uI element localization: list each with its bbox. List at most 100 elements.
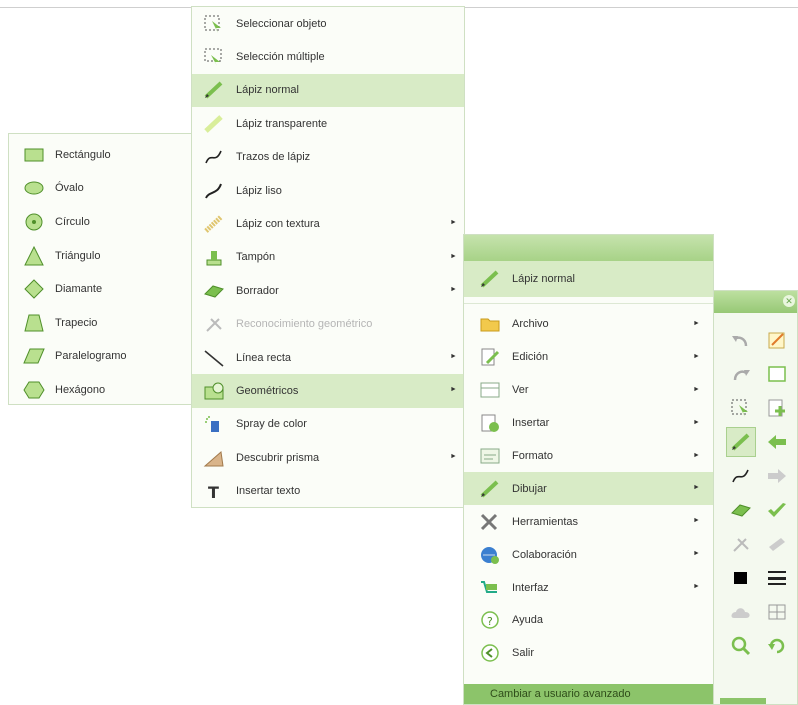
draw-menu-item-label: Spray de color xyxy=(236,418,307,431)
geometric-menu-item-label: Triángulo xyxy=(55,249,101,262)
insert-icon xyxy=(476,411,504,435)
draw-menu-item[interactable]: Selección múltiple xyxy=(192,40,464,73)
transparent-pencil-icon xyxy=(200,111,228,137)
draw-menu-item-label: Lápiz transparente xyxy=(236,117,328,130)
note-icon[interactable] xyxy=(762,325,792,355)
folder-icon xyxy=(476,312,504,336)
line-width-icon[interactable] xyxy=(762,563,792,593)
circle-icon xyxy=(21,212,47,232)
draw-menu-item[interactable]: T Insertar texto xyxy=(192,474,464,507)
main-menu-item[interactable]: Edición ► xyxy=(464,341,713,374)
geometric-menu-item[interactable]: Paralelogramo xyxy=(9,340,195,374)
geometric-menu-item-label: Diamante xyxy=(55,283,103,296)
submenu-arrow-icon: ► xyxy=(693,320,700,327)
submenu-arrow-icon: ► xyxy=(450,453,457,461)
collaboration-icon xyxy=(476,543,504,567)
reveal-prism-icon xyxy=(200,445,228,471)
close-icon[interactable]: ✕ xyxy=(783,295,795,307)
draw-menu-item[interactable]: Descubrir prisma ► xyxy=(192,441,464,474)
draw-menu-item-label: Trazos de lápiz xyxy=(236,151,311,164)
draw-menu-item-label: Línea recta xyxy=(236,351,292,364)
main-menu-item[interactable]: Salir xyxy=(464,637,713,670)
main-menu-header xyxy=(464,235,713,261)
straight-line-icon xyxy=(200,345,228,371)
main-menu-item[interactable]: Archivo ► xyxy=(464,308,713,341)
main-menu-item-label: Ver xyxy=(512,384,529,397)
current-tool-label: Lápiz normal xyxy=(512,273,575,285)
geometric-menu-item[interactable]: Óvalo xyxy=(9,172,195,206)
color-swatch-icon[interactable] xyxy=(726,563,756,593)
geometric-menu-item[interactable]: Triángulo xyxy=(9,239,195,273)
eraser-icon[interactable] xyxy=(726,495,756,525)
main-menu-item[interactable]: ? Ayuda xyxy=(464,604,713,637)
draw-menu-item[interactable]: Línea recta ► xyxy=(192,341,464,374)
pencil-icon[interactable] xyxy=(726,427,756,457)
draw-menu-item[interactable]: Lápiz liso xyxy=(192,174,464,207)
exit-icon xyxy=(476,641,504,665)
main-menu-item[interactable]: Dibujar ► xyxy=(464,472,713,506)
triangle-icon xyxy=(21,245,47,266)
tools-icon xyxy=(476,510,504,534)
draw-menu-item-label: Borrador xyxy=(236,284,279,297)
draw-menu-item[interactable]: Lápiz transparente xyxy=(192,107,464,140)
geometric-menu-item[interactable]: Hexágono xyxy=(9,373,195,407)
main-menu-item[interactable]: Interfaz ► xyxy=(464,571,713,604)
hexagon-icon xyxy=(21,380,47,400)
submenu-arrow-icon: ► xyxy=(693,352,700,360)
cloud-icon[interactable] xyxy=(726,597,756,627)
draw-menu-item[interactable]: Lápiz con textura ► xyxy=(192,207,464,240)
toolbar-header[interactable]: ✕ xyxy=(714,291,797,313)
draw-menu-item-label: Tampón xyxy=(236,251,276,264)
refresh-icon[interactable] xyxy=(762,631,792,661)
draw-menu-item[interactable]: Seleccionar objeto xyxy=(192,7,464,40)
main-menu-item[interactable]: Colaboración ► xyxy=(464,538,713,571)
submenu-arrow-icon: ► xyxy=(693,418,700,426)
draw-menu-item-label: Selección múltiple xyxy=(236,51,325,64)
geometric-menu-item[interactable]: Círculo xyxy=(9,205,195,239)
submenu-arrow-icon: ► xyxy=(450,286,457,294)
toolbar-footer xyxy=(720,698,766,704)
current-tool-item[interactable]: Lápiz normal xyxy=(464,261,713,297)
rectangle-icon xyxy=(21,145,47,165)
main-menu-item-label: Salir xyxy=(512,647,535,660)
back-arrow-icon[interactable] xyxy=(762,427,792,457)
add-page-icon[interactable] xyxy=(762,393,792,423)
select-icon[interactable] xyxy=(726,393,756,423)
main-menu-item[interactable]: Ver ► xyxy=(464,374,713,407)
forward-arrow-icon[interactable] xyxy=(762,461,792,491)
draw-menu-item[interactable]: Lápiz normal xyxy=(192,73,464,108)
redo-icon[interactable] xyxy=(726,359,756,389)
draw-menu-item[interactable]: Spray de color xyxy=(192,408,464,441)
submenu-arrow-icon: ► xyxy=(693,484,700,492)
draw-menu-item[interactable]: Geométricos ► xyxy=(192,374,464,408)
parallelogram-icon xyxy=(21,346,47,366)
zoom-icon[interactable] xyxy=(726,631,756,661)
tape-icon[interactable] xyxy=(762,529,792,559)
main-menu: Lápiz normal Archivo ► Edición ► Ver ► Inserta… xyxy=(463,234,714,705)
floating-toolbar[interactable]: ✕ xyxy=(713,290,798,705)
stamp-icon xyxy=(200,244,228,270)
geometric-menu-item[interactable]: Rectángulo xyxy=(9,138,195,172)
frame-icon[interactable] xyxy=(762,359,792,389)
main-menu-item[interactable]: Formato ► xyxy=(464,440,713,473)
main-menu-item[interactable]: Insertar ► xyxy=(464,407,713,440)
switch-advanced-user-button[interactable]: Cambiar a usuario avanzado xyxy=(464,684,713,704)
main-menu-item[interactable]: Herramientas ► xyxy=(464,505,713,538)
geometric-menu-item[interactable]: Diamante xyxy=(9,272,195,306)
draw-menu-item[interactable]: Borrador ► xyxy=(192,274,464,307)
grid-icon[interactable] xyxy=(762,597,792,627)
normal-pencil-icon xyxy=(200,77,228,103)
geometric-menu-item-label: Rectángulo xyxy=(55,148,111,161)
switch-advanced-user-label: Cambiar a usuario avanzado xyxy=(490,688,631,700)
undo-icon[interactable] xyxy=(726,325,756,355)
draw-menu-item[interactable]: Tampón ► xyxy=(192,241,464,274)
draw-menu-item[interactable]: Trazos de lápiz xyxy=(192,141,464,174)
draw-icon xyxy=(476,477,504,501)
strokes-icon[interactable] xyxy=(726,461,756,491)
draw-submenu: Seleccionar objeto Selección múltiple Lápi… xyxy=(191,6,465,508)
smooth-pencil-icon xyxy=(200,178,228,204)
check-icon[interactable] xyxy=(762,495,792,525)
recognition-icon[interactable] xyxy=(726,529,756,559)
draw-menu-item-label: Descubrir prisma xyxy=(236,451,320,464)
geometric-menu-item[interactable]: Trapecio xyxy=(9,306,195,340)
